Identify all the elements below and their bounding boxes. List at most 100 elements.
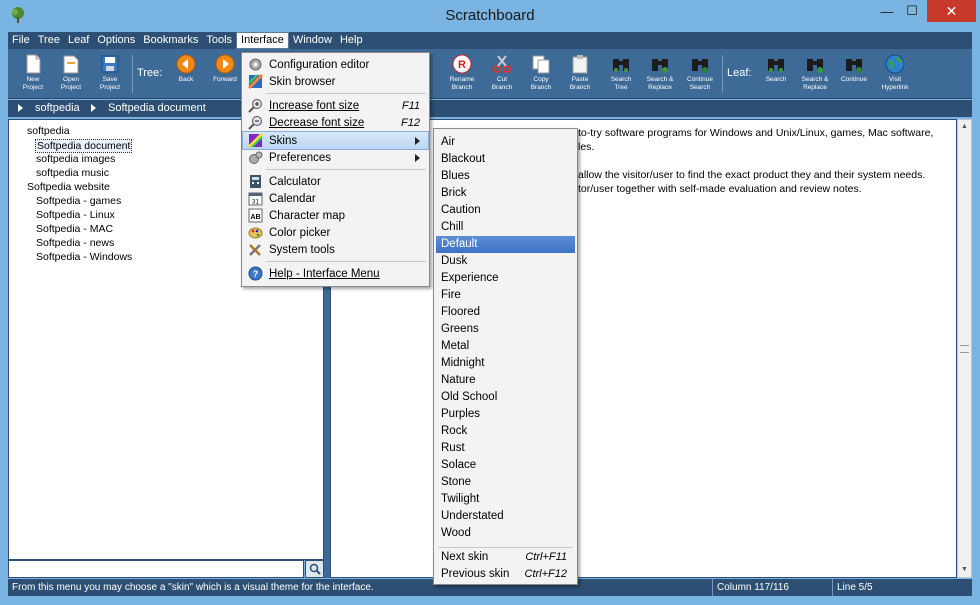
open-project-button[interactable]: Open Project [52, 51, 90, 97]
back-button[interactable]: Back [167, 51, 205, 97]
help-icon: ? [248, 266, 263, 281]
menu-item-text: Help - Interface Menu [269, 267, 380, 280]
scroll-down-arrow-icon[interactable]: ▼ [958, 563, 971, 576]
menu-item-decrease-font[interactable]: Decrease font size F12 [243, 114, 428, 131]
next-skin-label: Next skin [441, 551, 489, 563]
tree-node[interactable]: Softpedia - Windows [36, 251, 132, 263]
menu-item-configuration-editor[interactable]: Configuration editor [243, 56, 428, 73]
skin-option[interactable]: Stone [436, 474, 575, 491]
skin-option-selected[interactable]: Default [436, 236, 575, 253]
skin-option[interactable]: Greens [436, 321, 575, 338]
continue-search-button[interactable]: Continue Search [681, 51, 719, 97]
search-tree-button[interactable]: Search Tree [602, 51, 640, 97]
rename-icon: R [452, 54, 472, 74]
scrollbar-grip[interactable] [960, 345, 969, 353]
skin-option[interactable]: Solace [436, 457, 575, 474]
skin-option[interactable]: Old School [436, 389, 575, 406]
tree-search-button[interactable] [305, 560, 324, 578]
skin-option[interactable]: Blues [436, 168, 575, 185]
tree-node[interactable]: softpedia [27, 125, 70, 137]
menu-item-color-picker[interactable]: Color picker [243, 224, 428, 241]
tree-search-input[interactable] [8, 560, 304, 578]
leaf-search-replace-button[interactable]: Search & Replace [796, 51, 834, 97]
menu-bookmarks[interactable]: Bookmarks [139, 32, 202, 49]
cogs-icon [249, 151, 263, 164]
menu-help[interactable]: Help [336, 32, 367, 49]
open-project-label: Open Project [60, 76, 82, 91]
breadcrumb-item[interactable]: Softpedia document [108, 102, 206, 114]
menu-item-character-map[interactable]: AB Character map [243, 207, 428, 224]
skin-option[interactable]: Chill [436, 219, 575, 236]
character-map-icon: AB [248, 208, 263, 223]
skin-option[interactable]: Experience [436, 270, 575, 287]
tree-node[interactable]: softpedia images [36, 153, 115, 165]
menu-item-system-tools[interactable]: System tools [243, 241, 428, 258]
tree-node[interactable]: Softpedia - MAC [36, 223, 113, 235]
skin-option[interactable]: Purples [436, 406, 575, 423]
previous-skin-label: Previous skin [441, 568, 510, 580]
visit-hyperlink-button[interactable]: Visit Hyperlink [876, 51, 914, 97]
binoculars-icon [768, 59, 784, 72]
visit-hyperlink-label: Visit Hyperlink [881, 76, 909, 91]
minimize-button[interactable]: — [876, 0, 898, 22]
copy-branch-label: Copy Branch [530, 76, 552, 91]
menu-leaf[interactable]: Leaf [64, 32, 93, 49]
rename-branch-button[interactable]: R Rename Branch [443, 51, 481, 97]
skin-option[interactable]: Fire [436, 287, 575, 304]
leaf-continue-button[interactable]: Continue [835, 51, 873, 97]
tree-node-selected[interactable]: Softpedia document [35, 139, 133, 153]
menu-interface[interactable]: Interface [236, 32, 289, 49]
close-button[interactable]: ✕ [927, 0, 976, 22]
tree-node[interactable]: Softpedia - games [36, 195, 121, 207]
skin-option[interactable]: Dusk [436, 253, 575, 270]
menu-bar: File Tree Leaf Options Bookmarks Tools I… [8, 32, 972, 49]
menu-item-calendar[interactable]: 31 Calendar [243, 190, 428, 207]
tree-node[interactable]: Softpedia website [27, 181, 110, 193]
skin-option[interactable]: Midnight [436, 355, 575, 372]
menu-options[interactable]: Options [93, 32, 139, 49]
previous-skin-item[interactable]: Previous skin Ctrl+F12 [436, 566, 575, 583]
skin-option[interactable]: Understated [436, 508, 575, 525]
search-replace-label: Search & Replace [646, 76, 674, 91]
skin-option[interactable]: Twilight [436, 491, 575, 508]
tree-node[interactable]: Softpedia - news [36, 237, 114, 249]
next-skin-item[interactable]: Next skin Ctrl+F11 [436, 549, 575, 566]
menu-item-increase-font[interactable]: Increase font size F11 [243, 97, 428, 114]
maximize-button[interactable]: ☐ [900, 0, 924, 22]
save-project-button[interactable]: Save Project [91, 51, 129, 97]
tree-node[interactable]: Softpedia - Linux [36, 209, 115, 221]
skin-option[interactable]: Air [436, 134, 575, 151]
search-replace-button[interactable]: Search & Replace [641, 51, 679, 97]
copy-branch-button[interactable]: Copy Branch [522, 51, 560, 97]
menu-item-skins[interactable]: Skins [242, 131, 429, 150]
menu-file[interactable]: File [8, 32, 34, 49]
scroll-up-arrow-icon[interactable]: ▲ [958, 120, 971, 133]
leaf-search-button[interactable]: Search [757, 51, 795, 97]
menu-window[interactable]: Window [289, 32, 336, 49]
skin-option[interactable]: Wood [436, 525, 575, 542]
skin-option[interactable]: Rust [436, 440, 575, 457]
menu-bookmarks-label: Bookmarks [143, 34, 199, 46]
menu-item-calculator[interactable]: Calculator [243, 173, 428, 190]
breadcrumb-item[interactable]: softpedia [35, 102, 80, 114]
paste-branch-button[interactable]: Paste Branch [561, 51, 599, 97]
skin-option[interactable]: Caution [436, 202, 575, 219]
menu-tools[interactable]: Tools [202, 32, 236, 49]
skin-option[interactable]: Rock [436, 423, 575, 440]
new-project-button[interactable]: New Project [14, 51, 52, 97]
skin-option[interactable]: Brick [436, 185, 575, 202]
menu-item-help-interface[interactable]: ? Help - Interface Menu [243, 265, 428, 282]
menu-item-label: Preferences [269, 151, 332, 164]
menu-item-preferences[interactable]: Preferences [243, 149, 428, 166]
skin-option[interactable]: Blackout [436, 151, 575, 168]
skin-option[interactable]: Nature [436, 372, 575, 389]
svg-text:AB: AB [250, 214, 260, 221]
cut-branch-button[interactable]: Cut Branch [483, 51, 521, 97]
skin-option[interactable]: Floored [436, 304, 575, 321]
forward-button[interactable]: Forward [206, 51, 244, 97]
menu-tree[interactable]: Tree [34, 32, 64, 49]
vertical-scrollbar[interactable]: ▲ ▼ [957, 119, 972, 578]
tree-node[interactable]: softpedia music [36, 167, 109, 179]
skin-option[interactable]: Metal [436, 338, 575, 355]
menu-item-skin-browser[interactable]: Skin browser [243, 73, 428, 90]
